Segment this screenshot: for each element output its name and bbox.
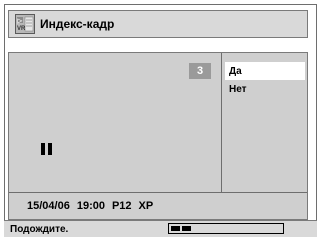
main-panel: 3 Да Нет 15/04/06 19:00 P12 XP	[8, 52, 308, 220]
status-bar: Подождите.	[4, 220, 317, 237]
svg-text:VR: VR	[17, 26, 26, 32]
program-number: P12	[111, 200, 132, 212]
dialog-title: Индекс-кадр	[40, 17, 115, 31]
recording-date: 15/04/06	[27, 200, 70, 212]
menu-item-no[interactable]: Нет	[225, 80, 305, 98]
index-frame-icon: ▷ VR	[15, 14, 35, 34]
index-number-badge: 3	[189, 63, 211, 79]
progress-bar	[168, 223, 284, 234]
menu-item-label: Нет	[229, 83, 247, 95]
recording-mode: XP	[138, 200, 154, 212]
svg-text:▷: ▷	[17, 18, 23, 25]
recording-info-bar: 15/04/06 19:00 P12 XP	[9, 192, 307, 219]
progress-fill	[171, 226, 191, 231]
dialog-header: ▷ VR Индекс-кадр	[8, 10, 308, 38]
pause-icon	[41, 143, 53, 155]
choice-menu: Да Нет	[222, 53, 307, 192]
recording-time: 19:00	[76, 200, 105, 212]
status-message: Подождите.	[10, 223, 69, 235]
preview-area: 3	[9, 53, 222, 192]
menu-item-label: Да	[229, 65, 242, 77]
menu-item-yes[interactable]: Да	[225, 62, 305, 80]
